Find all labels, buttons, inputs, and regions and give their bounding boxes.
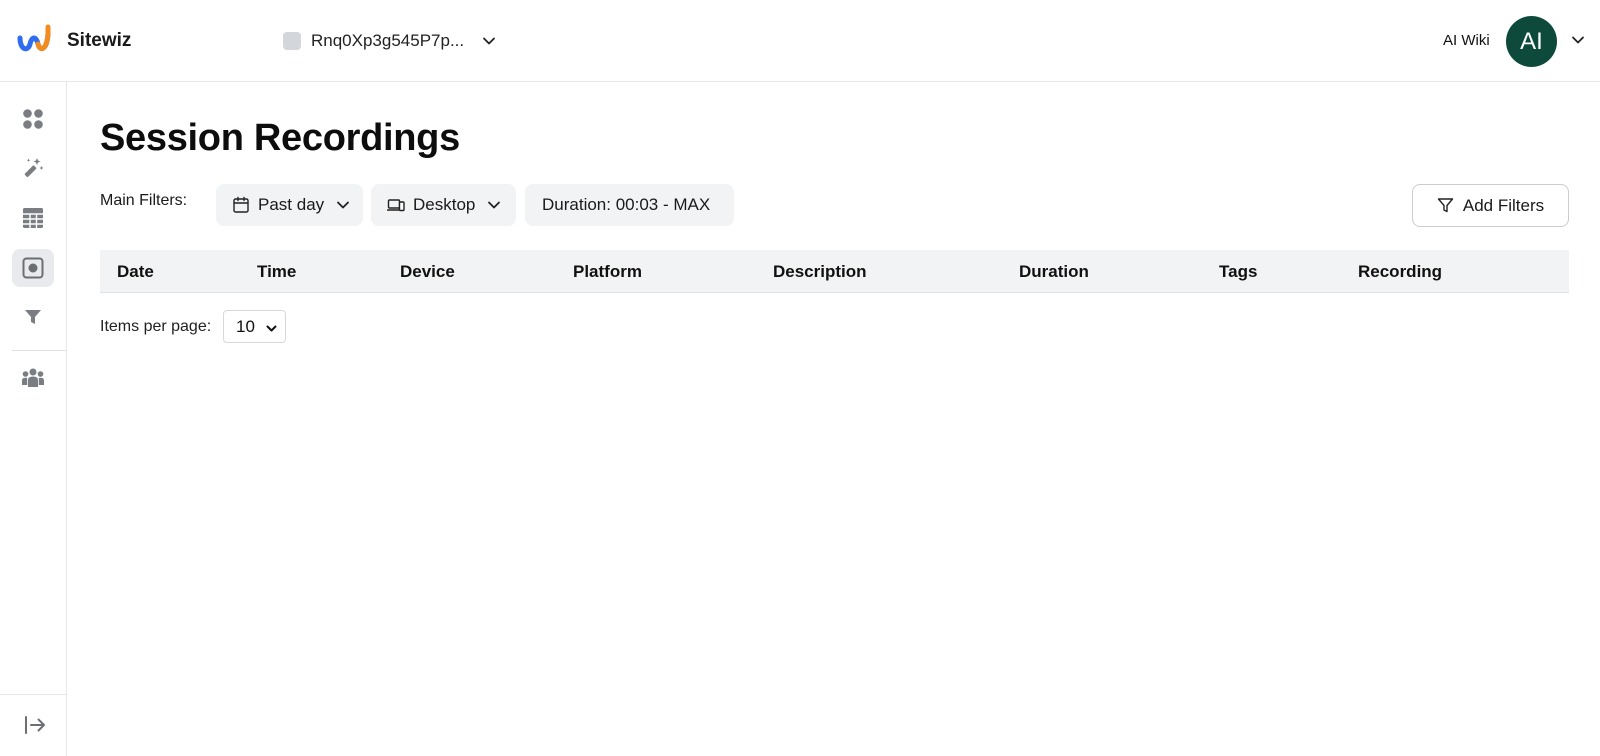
site-selector-value: Rnq0Xp3g545P7p...: [311, 31, 465, 50]
funnel-icon: [25, 310, 41, 324]
duration-filter[interactable]: Duration: 00:03 - MAX: [525, 184, 734, 226]
magic-wand-icon: [24, 158, 44, 178]
expand-sidebar-icon: [25, 716, 45, 734]
recordings-table-header: Date Time Device Platform Description Du…: [100, 250, 1569, 293]
main-filters-label: Main Filters:: [100, 192, 188, 209]
sidebar-item-funnels[interactable]: [12, 298, 54, 336]
sidebar-item-session-recordings[interactable]: [12, 249, 54, 287]
sidebar: [0, 82, 67, 756]
column-header-recording[interactable]: Recording: [1358, 262, 1442, 282]
column-header-date[interactable]: Date: [117, 262, 154, 282]
add-filters-label: Add Filters: [1462, 195, 1545, 215]
chevron-down-icon: [266, 325, 277, 332]
page-title: Session Recordings: [100, 117, 460, 159]
calendar-icon: [233, 196, 249, 213]
column-header-platform[interactable]: Platform: [573, 262, 642, 282]
users-group-icon: [22, 368, 44, 387]
filter-icon: [1437, 198, 1454, 213]
ai-wiki-link[interactable]: AI Wiki: [1443, 32, 1490, 49]
sidebar-collapse-toggle[interactable]: [14, 706, 56, 744]
sidebar-item-team[interactable]: [12, 359, 54, 397]
site-color-swatch: [283, 32, 301, 50]
add-filters-button[interactable]: Add Filters: [1412, 184, 1569, 227]
column-header-device[interactable]: Device: [400, 262, 455, 282]
column-header-duration[interactable]: Duration: [1019, 262, 1089, 282]
date-range-filter[interactable]: Past day: [216, 184, 363, 226]
sidebar-divider: [12, 350, 66, 351]
dashboard-icon: [23, 109, 43, 129]
devices-icon: [387, 199, 405, 212]
device-value: Desktop: [413, 195, 476, 214]
top-bar: Sitewiz Rnq0Xp3g545P7p... AI Wiki AI: [0, 0, 1600, 82]
items-per-page-label: Items per page:: [100, 318, 212, 335]
date-range-value: Past day: [258, 195, 325, 214]
duration-value: Duration: 00:03 - MAX: [542, 195, 711, 214]
session-recording-icon: [22, 257, 44, 279]
sidebar-item-tables[interactable]: [12, 199, 54, 237]
sidebar-item-dashboard[interactable]: [12, 100, 54, 138]
sitewiz-logo[interactable]: [16, 24, 52, 58]
column-header-tags[interactable]: Tags: [1219, 262, 1257, 282]
column-header-description[interactable]: Description: [773, 262, 867, 282]
user-menu-chevron-icon[interactable]: [1571, 33, 1585, 47]
site-selector[interactable]: Rnq0Xp3g545P7p...: [283, 28, 496, 54]
column-header-time[interactable]: Time: [257, 262, 296, 282]
device-filter[interactable]: Desktop: [371, 184, 516, 226]
sidebar-item-insights[interactable]: [12, 149, 54, 187]
avatar[interactable]: AI: [1506, 16, 1557, 67]
chevron-down-icon: [337, 201, 350, 209]
chevron-down-icon: [488, 201, 501, 209]
brand-name: Sitewiz: [67, 30, 132, 51]
items-per-page-select[interactable]: 10: [223, 310, 286, 343]
items-per-page-value: 10: [236, 316, 255, 336]
chevron-down-icon: [483, 37, 496, 45]
sidebar-bottom-divider: [0, 694, 66, 695]
table-grid-icon: [23, 208, 43, 228]
